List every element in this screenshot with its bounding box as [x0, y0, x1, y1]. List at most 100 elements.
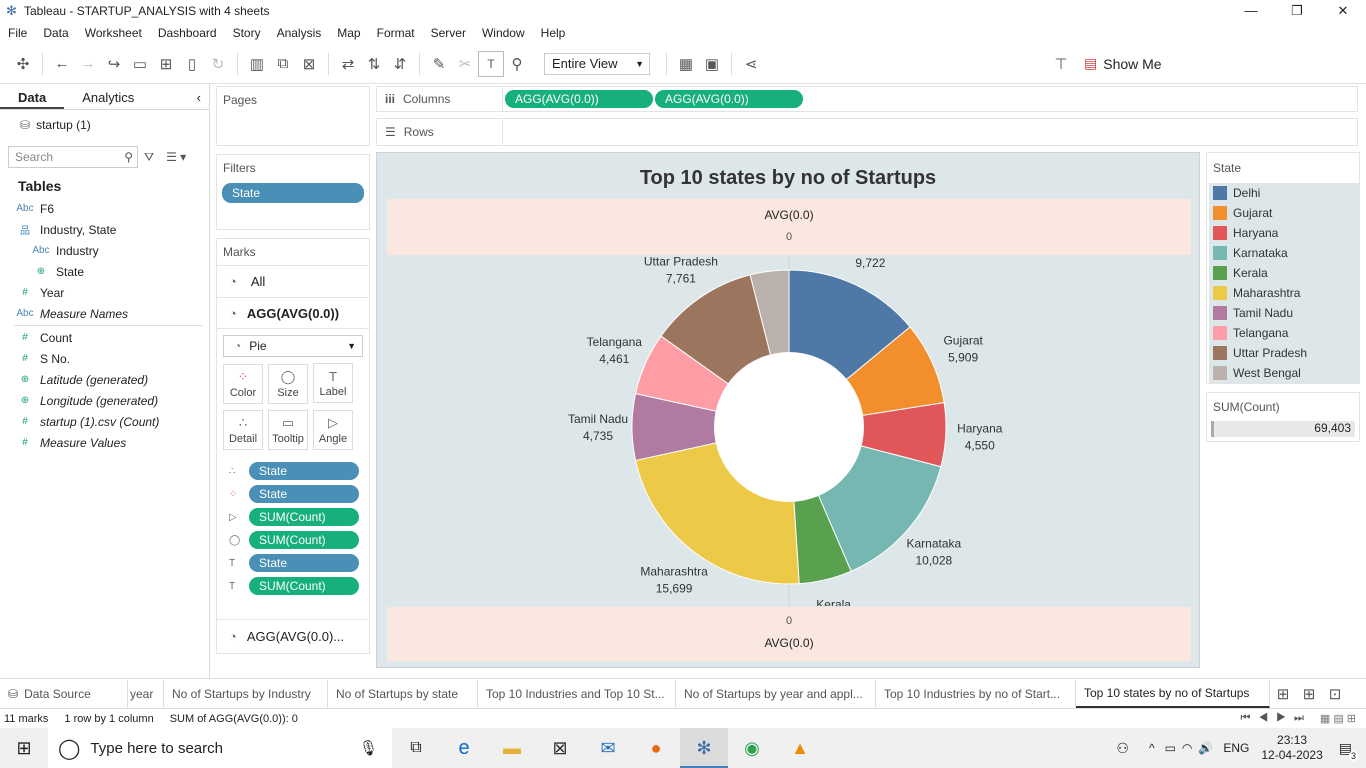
mark-type-dropdown[interactable]: ◔ Pie ▼ [223, 335, 363, 357]
view-toggle-icons[interactable]: ▦ ▤ ⊞ [1320, 712, 1356, 725]
taskbar-search[interactable]: ◯ Type here to search 🎙 [48, 728, 392, 768]
new-datasource-icon[interactable]: ⊞ [153, 51, 179, 77]
legend-item[interactable]: Delhi [1209, 183, 1359, 203]
task-view-icon[interactable]: ⧉ [392, 739, 440, 757]
menu-map[interactable]: Map [329, 26, 368, 40]
menu-file[interactable]: File [0, 26, 35, 40]
firefox-icon[interactable]: ● [632, 738, 680, 759]
marks-pill-1[interactable]: State [249, 462, 359, 480]
pie-chart[interactable]: Delhi9,722Gujarat5,909Haryana4,550Karnat… [387, 256, 1191, 606]
show-cards-icon[interactable]: ▦ [673, 51, 699, 77]
new-story-tab-icon[interactable]: ⊡ [1322, 681, 1348, 707]
label-button[interactable]: T Label [313, 363, 353, 403]
field-item[interactable]: # S No. [0, 348, 209, 369]
tab-top10-industries-states[interactable]: Top 10 Industries and Top 10 St... [478, 679, 676, 708]
new-dashboard-tab-icon[interactable]: ⊞ [1296, 681, 1322, 707]
clock[interactable]: 23:13 12-04-2023 [1261, 733, 1322, 763]
tab-startups-by-state[interactable]: No of Startups by state [328, 679, 478, 708]
field-item[interactable]: Abc F6 [0, 198, 209, 219]
size-button[interactable]: ◯ Size [268, 363, 308, 404]
pin-icon[interactable]: ⊤ [1048, 51, 1074, 77]
tab-startups-by-year[interactable]: No of Startups by year and appl... [676, 679, 876, 708]
search-input[interactable]: Search ⚲ [8, 146, 138, 168]
marks-pill-5[interactable]: State [249, 554, 359, 572]
field-item[interactable]: ⊕ Latitude (generated) [0, 369, 209, 390]
marks-pill-3[interactable]: SUM(Count) [249, 508, 359, 526]
show-me-button[interactable]: ▤ Show Me [1084, 55, 1162, 72]
chrome-icon[interactable]: ◉ [728, 738, 776, 759]
legend-item[interactable]: Karnataka [1209, 243, 1359, 263]
file-explorer-icon[interactable]: ▬ [488, 738, 536, 759]
volume-icon[interactable]: 🔊 [1198, 741, 1213, 755]
new-worksheet-icon[interactable]: ▥ [244, 51, 270, 77]
field-item[interactable]: # Year [0, 282, 209, 303]
fit-dropdown[interactable]: Entire View ▼ [544, 52, 650, 75]
refresh-icon[interactable]: ↻ [205, 51, 231, 77]
collapse-pane-icon[interactable]: ‹ [189, 84, 209, 109]
field-item[interactable]: ⊕ Longitude (generated) [0, 390, 209, 411]
edge-icon[interactable]: e [440, 737, 488, 760]
pause-updates-icon[interactable]: ▯ [179, 51, 205, 77]
group-members-icon[interactable]: ✂ [452, 51, 478, 77]
close-button[interactable]: ✕ [1320, 0, 1366, 22]
legend-item[interactable]: Uttar Pradesh [1209, 343, 1359, 363]
legend-item[interactable]: Tamil Nadu [1209, 303, 1359, 323]
detail-button[interactable]: ∴ Detail [223, 409, 263, 450]
field-item[interactable]: ⊕ State [0, 261, 209, 282]
tab-top10-states[interactable]: Top 10 states by no of Startups [1076, 679, 1270, 708]
microphone-icon[interactable]: 🎙 [359, 739, 378, 757]
new-worksheet-tab-icon[interactable]: ⊞ [1270, 681, 1296, 707]
tab-data-source[interactable]: ⛁ Data Source [0, 679, 128, 708]
legend-item[interactable]: Telangana [1209, 323, 1359, 343]
menu-story[interactable]: Story [225, 26, 269, 40]
field-item[interactable]: Abc Measure Names [0, 303, 209, 324]
show-labels-icon[interactable]: T [478, 50, 504, 77]
highlight-icon[interactable]: ✎ [426, 51, 452, 77]
swap-rows-columns-icon[interactable]: ⇄ [335, 51, 361, 77]
store-icon[interactable]: ⊠ [536, 738, 584, 759]
tab-data[interactable]: Data [0, 84, 65, 109]
mail-icon[interactable]: ✉ [584, 738, 632, 759]
marks-pill-6[interactable]: SUM(Count) [249, 577, 359, 595]
tab-analytics[interactable]: Analytics [64, 84, 152, 109]
field-item[interactable]: 品 Industry, State [0, 219, 209, 240]
menu-data[interactable]: Data [35, 26, 76, 40]
menu-analysis[interactable]: Analysis [269, 26, 330, 40]
filters-card[interactable]: Filters State [216, 154, 370, 230]
pages-card[interactable]: Pages [216, 86, 370, 146]
presentation-mode-icon[interactable]: ▣ [699, 51, 725, 77]
tray-chevron-icon[interactable]: ^ [1149, 741, 1155, 755]
redo-icon[interactable]: → [75, 51, 101, 77]
marks-pill-4[interactable]: SUM(Count) [249, 531, 359, 549]
filter-pill-state[interactable]: State [222, 183, 364, 203]
tab-year[interactable]: year [128, 679, 164, 708]
tableau-home-icon[interactable]: ✣ [10, 51, 36, 77]
view-options-icon[interactable]: ☰ ▾ [166, 150, 186, 164]
menu-worksheet[interactable]: Worksheet [77, 26, 150, 40]
menu-help[interactable]: Help [533, 26, 574, 40]
vlc-icon[interactable]: ▲ [776, 738, 824, 759]
menu-window[interactable]: Window [474, 26, 533, 40]
people-icon[interactable]: ⚇ [1116, 740, 1129, 757]
menu-server[interactable]: Server [423, 26, 474, 40]
field-item[interactable]: # Measure Values [0, 432, 209, 453]
windows-start-icon[interactable]: ⊞ [0, 738, 48, 759]
filter-icon[interactable]: ⛛ [144, 150, 154, 165]
marks-agg-row-2[interactable]: ◔ AGG(AVG(0.0)... [217, 619, 369, 653]
minimize-button[interactable]: — [1228, 0, 1274, 22]
datasource-row[interactable]: ⛁ startup (1) [0, 110, 209, 140]
save-icon[interactable]: ▭ [127, 51, 153, 77]
notification-icon[interactable]: ▤ 3 [1339, 740, 1358, 761]
color-button[interactable]: ⁘ Color [223, 363, 263, 404]
legend-item[interactable]: West Bengal [1209, 363, 1359, 383]
sort-ascending-icon[interactable]: ⇅ [361, 51, 387, 77]
menu-format[interactable]: Format [369, 26, 423, 40]
tooltip-button[interactable]: ▭ Tooltip [268, 409, 308, 450]
field-item[interactable]: # Count [0, 327, 209, 348]
duplicate-sheet-icon[interactable]: ⧉ [270, 51, 296, 77]
field-item[interactable]: Abc Industry [0, 240, 209, 261]
legend-item[interactable]: Gujarat [1209, 203, 1359, 223]
legend-item[interactable]: Kerala [1209, 263, 1359, 283]
tab-startups-by-industry[interactable]: No of Startups by Industry [164, 679, 328, 708]
field-item[interactable]: # startup (1).csv (Count) [0, 411, 209, 432]
